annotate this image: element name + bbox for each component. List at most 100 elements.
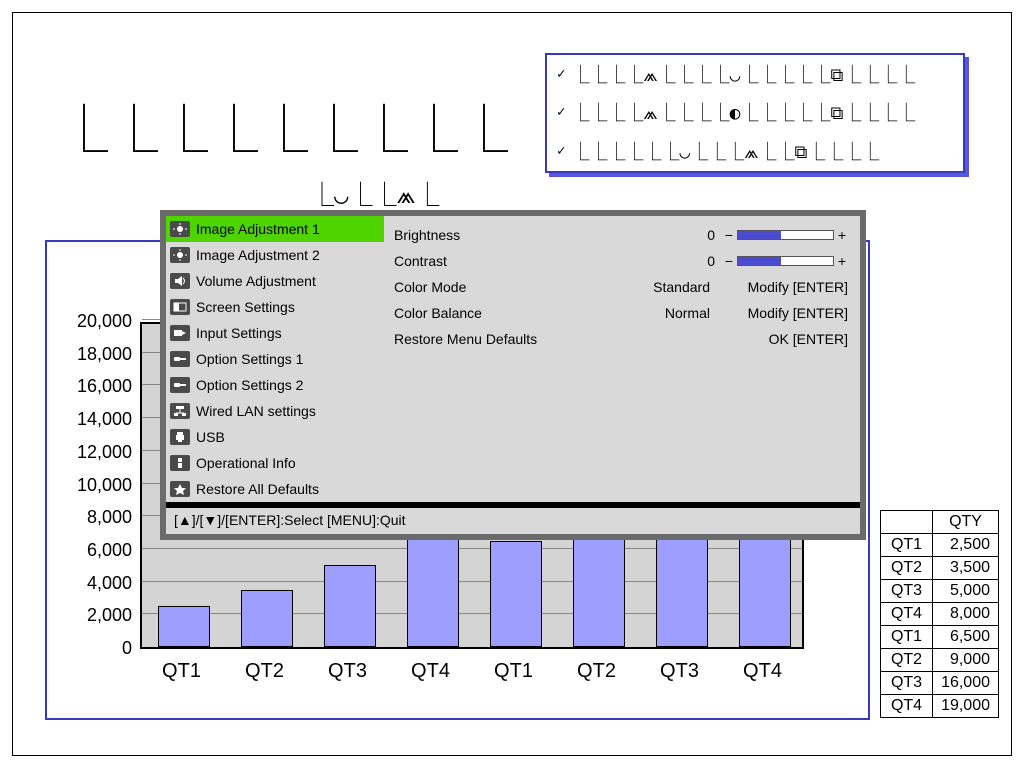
y-tick-label: 18,000 (62, 344, 132, 365)
table-row: QT419,000 (880, 695, 998, 718)
menu-item-input-settings[interactable]: Input Settings (166, 320, 384, 346)
table-row: QT316,000 (880, 672, 998, 695)
menu-item-option-settings-2[interactable]: Option Settings 2 (166, 372, 384, 398)
menu-icon (170, 481, 190, 497)
menu-item-label: Volume Adjustment (196, 273, 316, 289)
menu-item-label: Image Adjustment 2 (196, 247, 320, 263)
option-value: 0 (633, 253, 723, 269)
option-color-balance[interactable]: Color Balance Normal Modify [ENTER] (394, 300, 848, 326)
option-action: Modify [ENTER] (718, 305, 848, 321)
menu-item-usb[interactable]: USB (166, 424, 384, 450)
menu-icon (170, 403, 190, 419)
menu-icon (170, 299, 190, 315)
plus-icon[interactable]: + (836, 253, 848, 269)
menu-icon (170, 351, 190, 367)
plus-icon[interactable]: + (836, 227, 848, 243)
x-tick-label: QT1 (147, 660, 217, 683)
y-tick-label: 2,000 (62, 605, 132, 626)
menu-item-volume-adjustment[interactable]: Volume Adjustment (166, 268, 384, 294)
menu-item-option-settings-1[interactable]: Option Settings 1 (166, 346, 384, 372)
menu-icon (170, 455, 190, 471)
menu-icon (170, 377, 190, 393)
option-label: Color Balance (394, 305, 628, 321)
option-restore-defaults[interactable]: Restore Menu Defaults OK [ENTER] (394, 326, 848, 352)
brightness-slider[interactable]: −+ (723, 227, 848, 243)
menu-icon (170, 273, 190, 289)
menu-item-restore-all-defaults[interactable]: Restore All Defaults (166, 476, 384, 502)
x-tick-label: QT4 (728, 660, 798, 683)
menu-item-label: Option Settings 2 (196, 377, 303, 393)
y-tick-label: 12,000 (62, 442, 132, 463)
x-tick-label: QT2 (230, 660, 300, 683)
menu-item-label: USB (196, 429, 225, 445)
option-value: 0 (633, 227, 723, 243)
option-value: Normal (628, 305, 718, 321)
osd-footer-hint: [▲]/[▼]/[ENTER]:Select [MENU]:Quit (166, 508, 860, 534)
table-row: QT35,000 (880, 580, 998, 603)
table-row: QT48,000 (880, 603, 998, 626)
option-label: Brightness (394, 227, 633, 243)
menu-item-label: Option Settings 1 (196, 351, 303, 367)
x-tick-label: QT4 (396, 660, 466, 683)
option-label: Color Mode (394, 279, 628, 295)
menu-icon (170, 247, 190, 263)
subtitle-placeholder: ⎿◡⎿⎿⩕⎿ (310, 175, 439, 210)
minus-icon[interactable]: − (723, 253, 735, 269)
menu-item-image-adjustment-2[interactable]: Image Adjustment 2 (166, 242, 384, 268)
table-qty-header: QTY (933, 511, 999, 534)
menu-item-label: Input Settings (196, 325, 282, 341)
menu-icon (170, 221, 190, 237)
menu-item-label: Restore All Defaults (196, 481, 319, 497)
y-tick-label: 4,000 (62, 573, 132, 594)
x-tick-label: QT2 (562, 660, 632, 683)
table-row: QT16,500 (880, 626, 998, 649)
legend-item: ⎿⎿⎿⎿⎿⎿◡⎿⎿⎿⩕⎿⎿⧉⎿⎿⎿⎿ (547, 132, 963, 170)
menu-item-wired-lan-settings[interactable]: Wired LAN settings (166, 398, 384, 424)
option-value: Standard (628, 279, 718, 295)
x-tick-label: QT1 (479, 660, 549, 683)
osd-menu: Image Adjustment 1 Image Adjustment 2 Volu… (160, 210, 866, 540)
legend-panel: ⎿⎿⎿⎿⩕⎿⎿⎿⎿◡⎿⎿⎿⎿⎿⧉⎿⎿⎿⎿ ⎿⎿⎿⎿⩕⎿⎿⎿⎿◐⎿⎿⎿⎿⎿⧉⎿⎿⎿… (545, 53, 965, 173)
bar (490, 541, 542, 647)
menu-item-screen-settings[interactable]: Screen Settings (166, 294, 384, 320)
option-brightness[interactable]: Brightness 0 −+ (394, 222, 848, 248)
y-tick-label: 14,000 (62, 409, 132, 430)
contrast-slider[interactable]: −+ (723, 253, 848, 269)
menu-icon (170, 429, 190, 445)
y-tick-label: 16,000 (62, 376, 132, 397)
x-tick-label: QT3 (313, 660, 383, 683)
bar (158, 606, 210, 647)
table-blank-header (880, 511, 932, 534)
option-label: Restore Menu Defaults (394, 331, 628, 347)
menu-item-image-adjustment-1[interactable]: Image Adjustment 1 (166, 216, 384, 242)
option-color-mode[interactable]: Color Mode Standard Modify [ENTER] (394, 274, 848, 300)
table-row: QT23,500 (880, 557, 998, 580)
menu-item-label: Image Adjustment 1 (196, 221, 320, 237)
x-tick-label: QT3 (645, 660, 715, 683)
table-row: QT12,500 (880, 534, 998, 557)
y-tick-label: 10,000 (62, 475, 132, 496)
osd-options-panel: Brightness 0 −+ Contrast 0 −+ Color Mode… (384, 216, 860, 502)
option-action: Modify [ENTER] (718, 279, 848, 295)
option-contrast[interactable]: Contrast 0 −+ (394, 248, 848, 274)
table-row: QT29,000 (880, 649, 998, 672)
y-tick-label: 6,000 (62, 540, 132, 561)
menu-item-label: Operational Info (196, 455, 296, 471)
y-tick-label: 0 (62, 638, 132, 659)
legend-item: ⎿⎿⎿⎿⩕⎿⎿⎿⎿◡⎿⎿⎿⎿⎿⧉⎿⎿⎿⎿ (547, 55, 963, 93)
osd-category-list: Image Adjustment 1 Image Adjustment 2 Volu… (166, 216, 384, 502)
menu-item-label: Wired LAN settings (196, 403, 316, 419)
title-placeholder: ⎿⎿⎿⎿⎿⎿⎿⎿⎿ (60, 90, 510, 160)
y-tick-label: 8,000 (62, 507, 132, 528)
option-action: OK [ENTER] (718, 331, 848, 347)
minus-icon[interactable]: − (723, 227, 735, 243)
menu-item-label: Screen Settings (196, 299, 295, 315)
bar (324, 565, 376, 647)
menu-item-operational-info[interactable]: Operational Info (166, 450, 384, 476)
legend-item: ⎿⎿⎿⎿⩕⎿⎿⎿⎿◐⎿⎿⎿⎿⎿⧉⎿⎿⎿⎿ (547, 93, 963, 131)
option-label: Contrast (394, 253, 633, 269)
bar (241, 590, 293, 647)
menu-icon (170, 325, 190, 341)
data-table: QTY QT12,500QT23,500QT35,000QT48,000QT16… (880, 510, 999, 718)
y-tick-label: 20,000 (62, 311, 132, 332)
